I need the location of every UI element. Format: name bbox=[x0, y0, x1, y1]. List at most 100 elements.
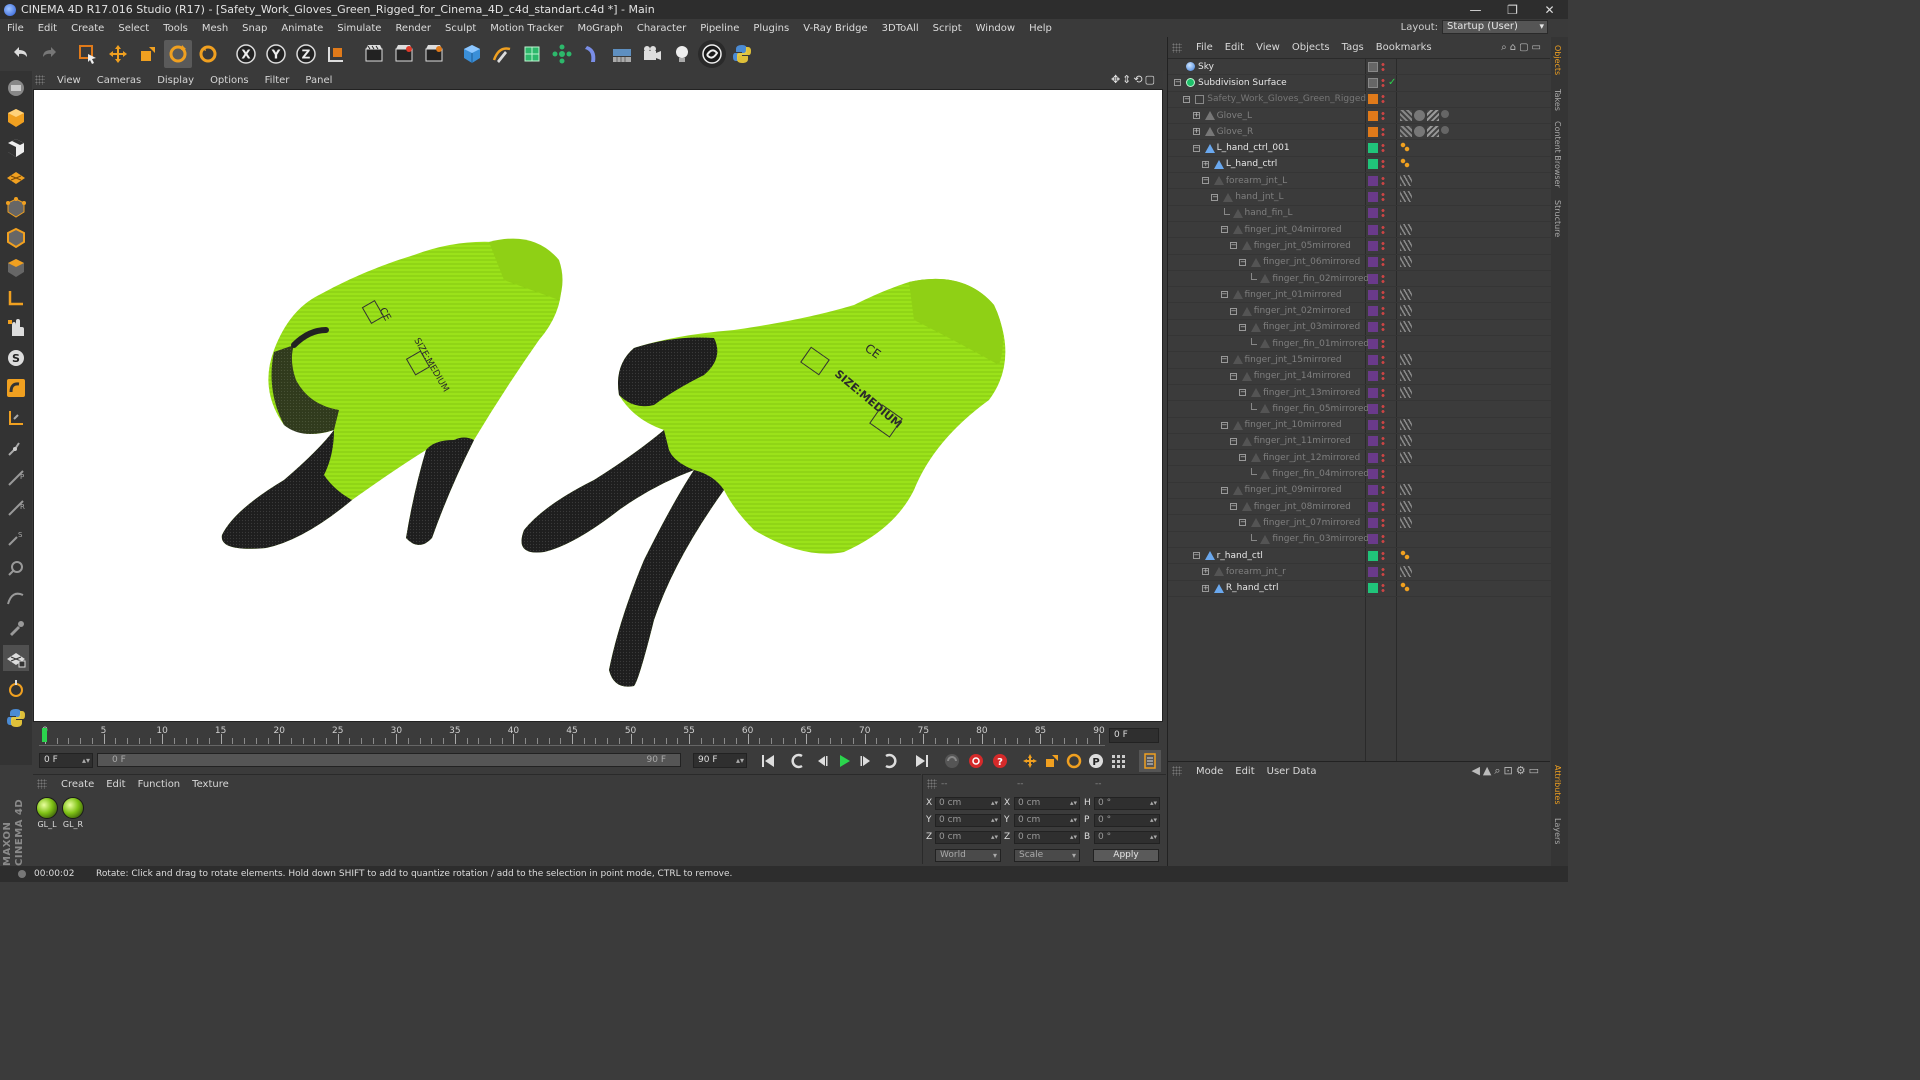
ik-tag-icon[interactable] bbox=[1400, 500, 1412, 512]
om-menu-file[interactable]: File bbox=[1190, 42, 1219, 53]
close-button[interactable]: ✕ bbox=[1531, 0, 1568, 19]
texture-tag-icon[interactable] bbox=[1427, 109, 1439, 121]
layer-color-swatch[interactable] bbox=[1368, 550, 1378, 561]
render-view-icon[interactable] bbox=[360, 40, 388, 68]
layer-color-swatch[interactable] bbox=[1368, 94, 1378, 105]
layer-color-swatch[interactable] bbox=[1368, 175, 1378, 186]
object-tags[interactable] bbox=[1400, 239, 1412, 252]
viewport-menu-options[interactable]: Options bbox=[202, 75, 257, 86]
key-rotation-icon[interactable] bbox=[1063, 750, 1085, 772]
tab-takes[interactable]: Takes bbox=[1553, 89, 1562, 111]
apply-button[interactable]: Apply bbox=[1093, 849, 1159, 862]
end-frame-field[interactable]: 90 F ▴▾ bbox=[693, 753, 747, 768]
tab-structure[interactable]: Structure bbox=[1553, 200, 1562, 237]
key-pla-icon[interactable] bbox=[1107, 750, 1129, 772]
menu-simulate[interactable]: Simulate bbox=[330, 23, 388, 34]
object-row[interactable]: + forearm_jnt_r bbox=[1168, 564, 1551, 581]
object-row[interactable]: hand_fin_L bbox=[1168, 206, 1551, 222]
edit-render-settings-icon[interactable] bbox=[420, 40, 448, 68]
visibility-dots-icon[interactable] bbox=[1381, 175, 1385, 186]
menu-select[interactable]: Select bbox=[111, 23, 156, 34]
enabled-check-icon[interactable]: ✓ bbox=[1388, 77, 1396, 88]
object-row[interactable]: − finger_jnt_06mirrored bbox=[1168, 255, 1551, 271]
object-tags[interactable] bbox=[1400, 370, 1412, 382]
collapse-icon[interactable]: − bbox=[1229, 242, 1237, 250]
collapse-icon[interactable]: − bbox=[1220, 226, 1228, 234]
current-frame-field[interactable]: 0 F bbox=[1109, 728, 1159, 743]
collapse-icon[interactable]: − bbox=[1192, 552, 1200, 560]
ik-tag-icon[interactable] bbox=[1400, 256, 1412, 268]
object-row[interactable]: + Glove_L bbox=[1168, 108, 1551, 125]
weight-tag-icon[interactable] bbox=[1400, 109, 1412, 121]
layout-dropdown[interactable]: Startup (User) bbox=[1442, 20, 1548, 34]
am-menu-mode[interactable]: Mode bbox=[1190, 766, 1229, 777]
minimize-button[interactable]: — bbox=[1457, 0, 1494, 19]
object-row[interactable]: + Glove_R bbox=[1168, 124, 1551, 141]
layer-color-swatch[interactable] bbox=[1368, 583, 1378, 594]
visibility-dots-icon[interactable] bbox=[1381, 143, 1385, 154]
layer-color-swatch[interactable] bbox=[1368, 371, 1378, 382]
visibility-dots-icon[interactable] bbox=[1381, 110, 1385, 121]
menu-render[interactable]: Render bbox=[388, 23, 438, 34]
bind-icon[interactable]: R bbox=[3, 495, 29, 521]
layer-color-swatch[interactable] bbox=[1368, 501, 1378, 512]
expand-icon[interactable]: + bbox=[1201, 568, 1209, 576]
visibility-dots-icon[interactable] bbox=[1381, 452, 1385, 463]
object-tags[interactable] bbox=[1400, 582, 1410, 594]
menu-pipeline[interactable]: Pipeline bbox=[693, 23, 746, 34]
object-tags[interactable] bbox=[1400, 191, 1412, 203]
object-tags[interactable] bbox=[1400, 109, 1449, 122]
menu-script[interactable]: Script bbox=[926, 23, 969, 34]
layer-color-swatch[interactable] bbox=[1368, 143, 1378, 154]
om-menu-bookmarks[interactable]: Bookmarks bbox=[1370, 42, 1438, 53]
layer-color-swatch[interactable] bbox=[1368, 306, 1378, 317]
viewport-menu-panel[interactable]: Panel bbox=[297, 75, 340, 86]
layer-checkbox-icon[interactable] bbox=[1368, 77, 1378, 88]
paint-icon[interactable] bbox=[3, 555, 29, 581]
layer-color-swatch[interactable] bbox=[1368, 517, 1378, 528]
ik-tag-icon[interactable] bbox=[1400, 484, 1412, 496]
spline-tool-icon[interactable] bbox=[3, 585, 29, 611]
object-row[interactable]: finger_fin_02mirrored bbox=[1168, 271, 1551, 288]
axis-mode-icon[interactable] bbox=[3, 285, 29, 311]
ik-tag-icon[interactable] bbox=[1400, 435, 1412, 447]
weight-tag-icon[interactable] bbox=[1400, 125, 1412, 137]
previous-frame-icon[interactable] bbox=[811, 750, 833, 772]
layer-color-swatch[interactable] bbox=[1368, 257, 1378, 268]
panel-grip-icon[interactable] bbox=[37, 779, 47, 789]
polygons-mode-icon[interactable] bbox=[3, 255, 29, 281]
material-tag-icon[interactable] bbox=[1441, 109, 1449, 118]
collapse-icon[interactable]: − bbox=[1220, 421, 1228, 429]
deformer-icon[interactable] bbox=[578, 40, 606, 68]
collapse-icon[interactable]: − bbox=[1183, 95, 1191, 103]
constraint-tag-icon[interactable] bbox=[1400, 142, 1410, 153]
layer-color-swatch[interactable] bbox=[1368, 110, 1378, 121]
object-tags[interactable] bbox=[1400, 256, 1412, 268]
layer-color-swatch[interactable] bbox=[1368, 273, 1378, 284]
collapse-icon[interactable]: − bbox=[1220, 356, 1228, 364]
object-tags[interactable] bbox=[1400, 386, 1412, 399]
coordinate-space-dropdown[interactable]: World bbox=[935, 849, 1001, 862]
visibility-dots-icon[interactable] bbox=[1381, 550, 1385, 561]
menu-window[interactable]: Window bbox=[969, 23, 1022, 34]
visibility-dots-icon[interactable] bbox=[1381, 501, 1385, 512]
om-menu-view[interactable]: View bbox=[1250, 42, 1286, 53]
render-picture-viewer-icon[interactable] bbox=[390, 40, 418, 68]
object-row[interactable]: − finger_jnt_02mirrored bbox=[1168, 303, 1551, 320]
object-row[interactable]: − L_hand_ctrl_001 bbox=[1168, 140, 1551, 157]
visibility-dots-icon[interactable] bbox=[1381, 240, 1385, 251]
subdivision-icon[interactable] bbox=[518, 40, 546, 68]
layer-checkbox-icon[interactable] bbox=[1368, 61, 1378, 72]
points-mode-icon[interactable] bbox=[3, 195, 29, 221]
om-menu-tags[interactable]: Tags bbox=[1336, 42, 1370, 53]
record-keys-off-icon[interactable] bbox=[941, 750, 963, 772]
visibility-dots-icon[interactable] bbox=[1381, 192, 1385, 203]
material-tag-icon[interactable] bbox=[1441, 125, 1449, 134]
workplane-icon[interactable] bbox=[3, 165, 29, 191]
layer-color-swatch[interactable] bbox=[1368, 387, 1378, 398]
visibility-dots-icon[interactable] bbox=[1381, 338, 1385, 349]
tab-attributes[interactable]: Attributes bbox=[1553, 765, 1562, 805]
next-keyframe-icon[interactable] bbox=[879, 750, 901, 772]
model-mode-icon[interactable] bbox=[3, 75, 29, 101]
tweak-mode-icon[interactable] bbox=[3, 315, 29, 341]
